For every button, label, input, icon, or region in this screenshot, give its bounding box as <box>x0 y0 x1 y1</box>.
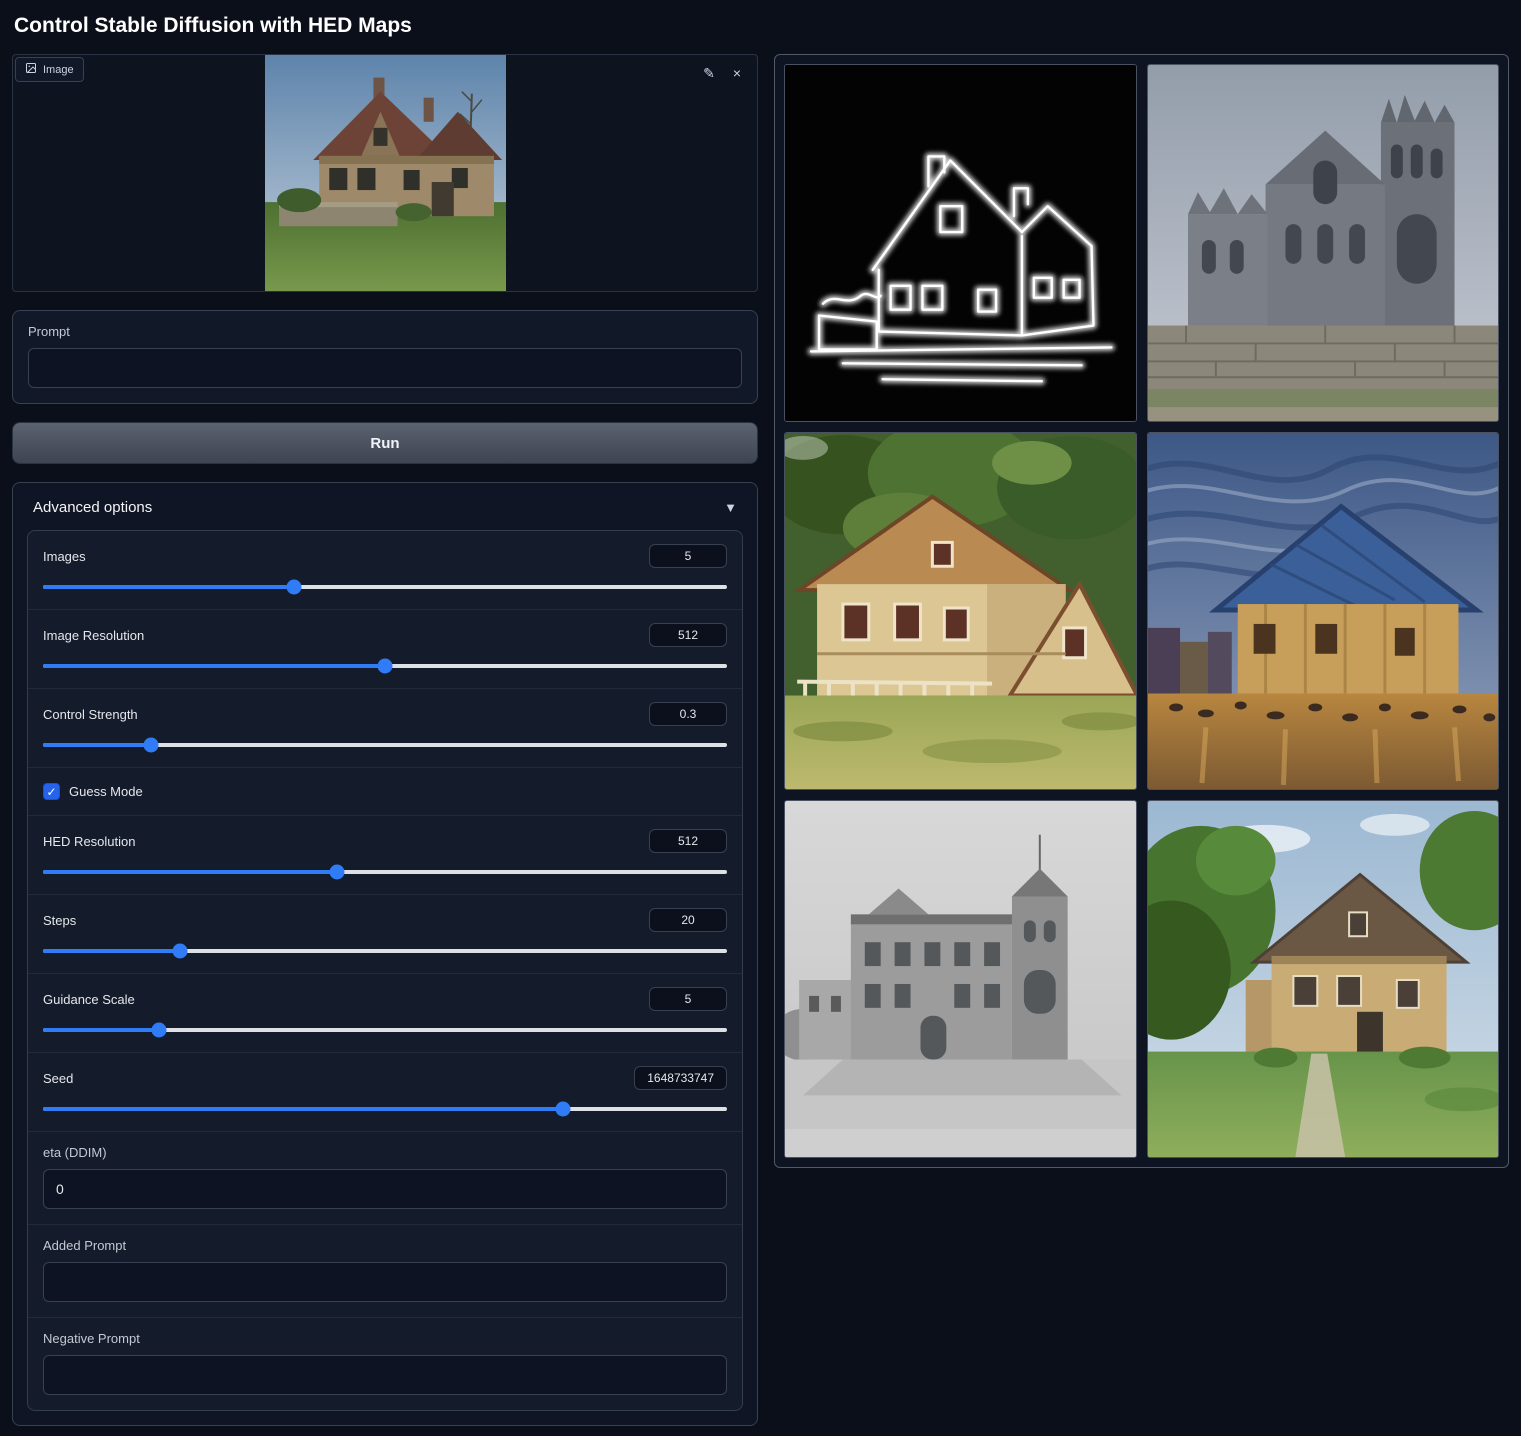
slider-row-steps: Steps 20 <box>28 895 742 974</box>
advanced-options-accordion: Advanced options ▼ Images 5 <box>12 482 758 1426</box>
gallery-item-cathedral[interactable] <box>1147 64 1500 422</box>
negative-prompt-label: Negative Prompt <box>43 1331 727 1346</box>
slider-fill <box>43 1028 159 1032</box>
slider-handle[interactable] <box>378 659 393 674</box>
added-prompt-row: Added Prompt <box>28 1225 742 1318</box>
slider-row-images: Images 5 <box>28 531 742 610</box>
guess-mode-checkbox[interactable]: ✓ <box>43 783 60 800</box>
slider-fill <box>43 1107 563 1111</box>
negative-prompt-row: Negative Prompt <box>28 1318 742 1410</box>
slider-handle[interactable] <box>172 944 187 959</box>
slider-handle[interactable] <box>152 1023 167 1038</box>
slider-row-image-resolution: Image Resolution 512 <box>28 610 742 689</box>
added-prompt-input[interactable] <box>43 1262 727 1302</box>
edit-icon: ✎ <box>703 65 715 82</box>
slider-track[interactable] <box>43 870 727 874</box>
slider-handle[interactable] <box>330 865 345 880</box>
slider-row-hed-resolution: HED Resolution 512 <box>28 816 742 895</box>
slider-value-field[interactable]: 512 <box>649 623 727 647</box>
page-title: Control Stable Diffusion with HED Maps <box>12 10 1509 54</box>
advanced-options-form: Images 5 Image Resolution 512 <box>27 530 743 1411</box>
slider-fill <box>43 664 385 668</box>
slider-fill <box>43 870 337 874</box>
uploaded-image-house <box>265 54 506 292</box>
guess-mode-row: ✓ Guess Mode <box>28 768 742 816</box>
slider-row-seed: Seed 1648733747 <box>28 1053 742 1132</box>
check-icon: ✓ <box>46 786 56 798</box>
slider-label: Image Resolution <box>43 628 144 643</box>
slider-value-field[interactable]: 0.3 <box>649 702 727 726</box>
slider-label: Steps <box>43 913 76 928</box>
edit-image-button[interactable]: ✎ <box>697 61 721 85</box>
slider-value-field[interactable]: 1648733747 <box>634 1066 727 1090</box>
controls-column: Image ✎ × <box>12 54 758 1426</box>
slider-row-control-strength: Control Strength 0.3 <box>28 689 742 768</box>
slider-value-field[interactable]: 20 <box>649 908 727 932</box>
advanced-options-title: Advanced options <box>33 499 152 516</box>
slider-track[interactable] <box>43 743 727 747</box>
slider-handle[interactable] <box>287 580 302 595</box>
clear-image-button[interactable]: × <box>725 61 749 85</box>
guess-mode-label: Guess Mode <box>69 784 143 799</box>
slider-value-field[interactable]: 5 <box>649 544 727 568</box>
main-columns: Image ✎ × <box>12 54 1509 1426</box>
slider-label: Guidance Scale <box>43 992 135 1007</box>
slider-fill <box>43 585 294 589</box>
slider-value-field[interactable]: 512 <box>649 829 727 853</box>
output-gallery <box>774 54 1509 1168</box>
slider-track[interactable] <box>43 585 727 589</box>
results-column <box>774 54 1509 1168</box>
image-actions: ✎ × <box>697 61 749 85</box>
slider-row-guidance-scale: Guidance Scale 5 <box>28 974 742 1053</box>
slider-handle[interactable] <box>144 738 159 753</box>
slider-track[interactable] <box>43 949 727 953</box>
image-input-label: Image <box>15 57 84 82</box>
run-button[interactable]: Run <box>12 422 758 464</box>
slider-label: Images <box>43 549 86 564</box>
app-page: Control Stable Diffusion with HED Maps I… <box>0 0 1521 1436</box>
gallery-item-stylized-painting[interactable] <box>1147 432 1500 790</box>
eta-row: eta (DDIM) <box>28 1132 742 1225</box>
slider-label: HED Resolution <box>43 834 136 849</box>
negative-prompt-input[interactable] <box>43 1355 727 1395</box>
slider-track[interactable] <box>43 1028 727 1032</box>
slider-label: Seed <box>43 1071 73 1086</box>
image-icon <box>25 62 37 77</box>
chevron-down-icon: ▼ <box>724 500 737 515</box>
slider-track[interactable] <box>43 664 727 668</box>
eta-input[interactable] <box>43 1169 727 1209</box>
added-prompt-label: Added Prompt <box>43 1238 727 1253</box>
gallery-item-grayscale-building[interactable] <box>784 800 1137 1158</box>
slider-fill <box>43 743 151 747</box>
slider-fill <box>43 949 180 953</box>
close-icon: × <box>733 65 741 81</box>
prompt-input[interactable] <box>28 348 742 388</box>
prompt-panel: Prompt <box>12 310 758 404</box>
slider-label: Control Strength <box>43 707 138 722</box>
image-upload[interactable]: Image ✎ × <box>12 54 758 292</box>
slider-value-field[interactable]: 5 <box>649 987 727 1011</box>
eta-label: eta (DDIM) <box>43 1145 727 1160</box>
advanced-options-header[interactable]: Advanced options ▼ <box>27 497 743 530</box>
gallery-item-house-painting[interactable] <box>784 432 1137 790</box>
gallery-item-house-trees[interactable] <box>1147 800 1500 1158</box>
slider-handle[interactable] <box>555 1102 570 1117</box>
prompt-label: Prompt <box>28 324 742 339</box>
gallery-item-hed-map[interactable] <box>784 64 1137 422</box>
slider-track[interactable] <box>43 1107 727 1111</box>
image-input-label-text: Image <box>43 64 74 76</box>
